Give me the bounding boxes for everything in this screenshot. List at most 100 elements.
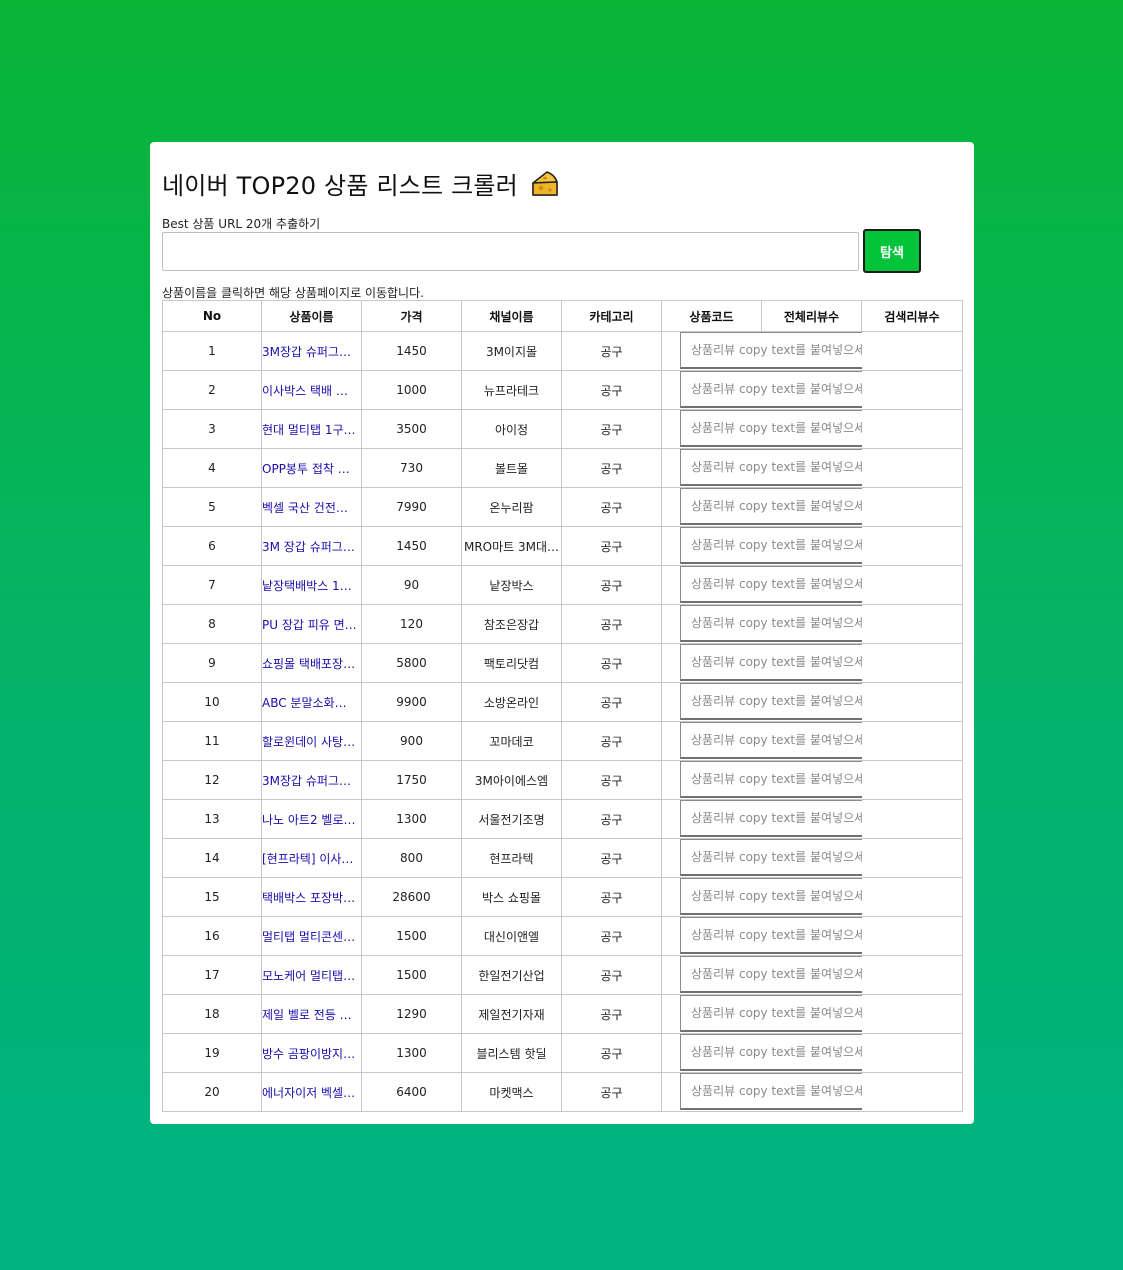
header-category: 카테고리 — [561, 300, 662, 332]
cell-channel: 볼트몰 — [461, 448, 562, 488]
product-link[interactable]: 이사박스 택배 … — [263, 384, 348, 398]
cell-review-input — [661, 448, 862, 488]
product-link[interactable]: [현프라텍] 이사… — [263, 852, 354, 866]
table-row: 18 제일 벨로 전등 … 1290 제일전기자재 공구 — [162, 994, 963, 1034]
product-link[interactable]: 멀티탭 멀티콘센… — [263, 930, 356, 944]
url-input[interactable] — [162, 232, 859, 271]
cell-search-reviews — [861, 643, 963, 683]
product-link[interactable]: 쇼핑몰 택배포장… — [263, 657, 356, 671]
product-link[interactable]: 3M장갑 슈퍼그… — [263, 774, 352, 788]
cell-review-input — [661, 331, 862, 371]
product-link[interactable]: 택배박스 포장박… — [263, 891, 356, 905]
cell-category: 공구 — [561, 643, 662, 683]
review-text-input[interactable] — [680, 449, 862, 486]
product-link[interactable]: 에너자이저 벡셀… — [263, 1086, 356, 1100]
review-text-input[interactable] — [680, 995, 862, 1032]
cell-no: 1 — [162, 331, 262, 371]
product-link[interactable]: 3M장갑 슈퍼그… — [263, 345, 352, 359]
cell-price: 120 — [361, 604, 462, 644]
cell-channel: 온누리팜 — [461, 487, 562, 527]
cell-product-name: 멀티탭 멀티콘센… — [261, 916, 362, 956]
cell-no: 11 — [162, 721, 262, 761]
review-text-input[interactable] — [680, 371, 862, 408]
cell-channel: 꼬마데코 — [461, 721, 562, 761]
product-link[interactable]: OPP봉투 접착 … — [263, 462, 350, 476]
cell-no: 12 — [162, 760, 262, 800]
cell-search-reviews — [861, 604, 963, 644]
cell-category: 공구 — [561, 760, 662, 800]
product-link[interactable]: ABC 분말소화… — [263, 696, 347, 710]
cell-channel: 제일전기자재 — [461, 994, 562, 1034]
product-link[interactable]: 모노케어 멀티탭… — [263, 969, 356, 983]
cell-product-name: 모노케어 멀티탭… — [261, 955, 362, 995]
header-product-code: 상품코드 — [661, 300, 762, 332]
product-link[interactable]: PU 장갑 피유 면… — [263, 618, 357, 632]
review-text-input[interactable] — [680, 605, 862, 642]
cell-price: 1300 — [361, 799, 462, 839]
cell-product-name: 쇼핑몰 택배포장… — [261, 643, 362, 683]
cell-product-name: 벡셀 국산 건전… — [261, 487, 362, 527]
review-text-input[interactable] — [680, 917, 862, 954]
table-row: 13 나노 아트2 벨로… 1300 서울전기조명 공구 — [162, 799, 963, 839]
product-link[interactable]: 벡셀 국산 건전… — [263, 501, 348, 515]
header-total-reviews: 전체리뷰수 — [761, 300, 862, 332]
review-text-input[interactable] — [680, 878, 862, 915]
review-text-input[interactable] — [680, 644, 862, 681]
review-text-input[interactable] — [680, 332, 862, 369]
cell-product-name: 3M 장갑 슈퍼그… — [261, 526, 362, 566]
product-link[interactable]: 현대 멀티탭 1구… — [263, 423, 356, 437]
cell-category: 공구 — [561, 1072, 662, 1112]
cell-review-input — [661, 955, 862, 995]
cell-review-input — [661, 994, 862, 1034]
review-text-input[interactable] — [680, 566, 862, 603]
cell-review-input — [661, 604, 862, 644]
product-link[interactable]: 낱장택배박스 1… — [263, 579, 352, 593]
cell-no: 3 — [162, 409, 262, 449]
review-text-input[interactable] — [680, 683, 862, 720]
review-text-input[interactable] — [680, 527, 862, 564]
table-row: 1 3M장갑 슈퍼그… 1450 3M이지몰 공구 — [162, 331, 963, 371]
review-text-input[interactable] — [680, 1073, 862, 1110]
review-text-input[interactable] — [680, 722, 862, 759]
review-text-input[interactable] — [680, 839, 862, 876]
cell-category: 공구 — [561, 877, 662, 917]
review-text-input[interactable] — [680, 800, 862, 837]
cell-review-input — [661, 721, 862, 761]
cell-product-name: [현프라텍] 이사… — [261, 838, 362, 878]
review-text-input[interactable] — [680, 761, 862, 798]
cell-channel: 소방온라인 — [461, 682, 562, 722]
cell-review-input — [661, 370, 862, 410]
cell-no: 10 — [162, 682, 262, 722]
cell-price: 800 — [361, 838, 462, 878]
cell-price: 6400 — [361, 1072, 462, 1112]
cell-channel: 마켓맥스 — [461, 1072, 562, 1112]
cell-category: 공구 — [561, 370, 662, 410]
review-text-input[interactable] — [680, 488, 862, 525]
cell-product-name: 낱장택배박스 1… — [261, 565, 362, 605]
hint-text: 상품이름을 클릭하면 해당 상품페이지로 이동합니다. — [162, 286, 424, 300]
cell-search-reviews — [861, 682, 963, 722]
cell-channel: 한일전기산업 — [461, 955, 562, 995]
cell-no: 14 — [162, 838, 262, 878]
cell-category: 공구 — [561, 916, 662, 956]
cell-search-reviews — [861, 370, 963, 410]
search-button[interactable]: 탐색 — [863, 229, 921, 273]
review-text-input[interactable] — [680, 410, 862, 447]
cell-search-reviews — [861, 1033, 963, 1073]
product-link[interactable]: 나노 아트2 벨로… — [263, 813, 356, 827]
table-row: 8 PU 장갑 피유 면… 120 참조은장갑 공구 — [162, 604, 963, 644]
cell-price: 5800 — [361, 643, 462, 683]
cell-search-reviews — [861, 838, 963, 878]
cell-price: 1750 — [361, 760, 462, 800]
review-text-input[interactable] — [680, 1034, 862, 1071]
cell-review-input — [661, 799, 862, 839]
product-link[interactable]: 할로윈데이 사탕… — [263, 735, 356, 749]
product-link[interactable]: 3M 장갑 슈퍼그… — [263, 540, 355, 554]
cell-channel: 대신이앤엘 — [461, 916, 562, 956]
product-link[interactable]: 제일 벨로 전등 … — [263, 1008, 352, 1022]
cell-search-reviews — [861, 487, 963, 527]
cell-product-name: 나노 아트2 벨로… — [261, 799, 362, 839]
cell-search-reviews — [861, 565, 963, 605]
review-text-input[interactable] — [680, 956, 862, 993]
product-link[interactable]: 방수 곰팡이방지… — [263, 1047, 356, 1061]
